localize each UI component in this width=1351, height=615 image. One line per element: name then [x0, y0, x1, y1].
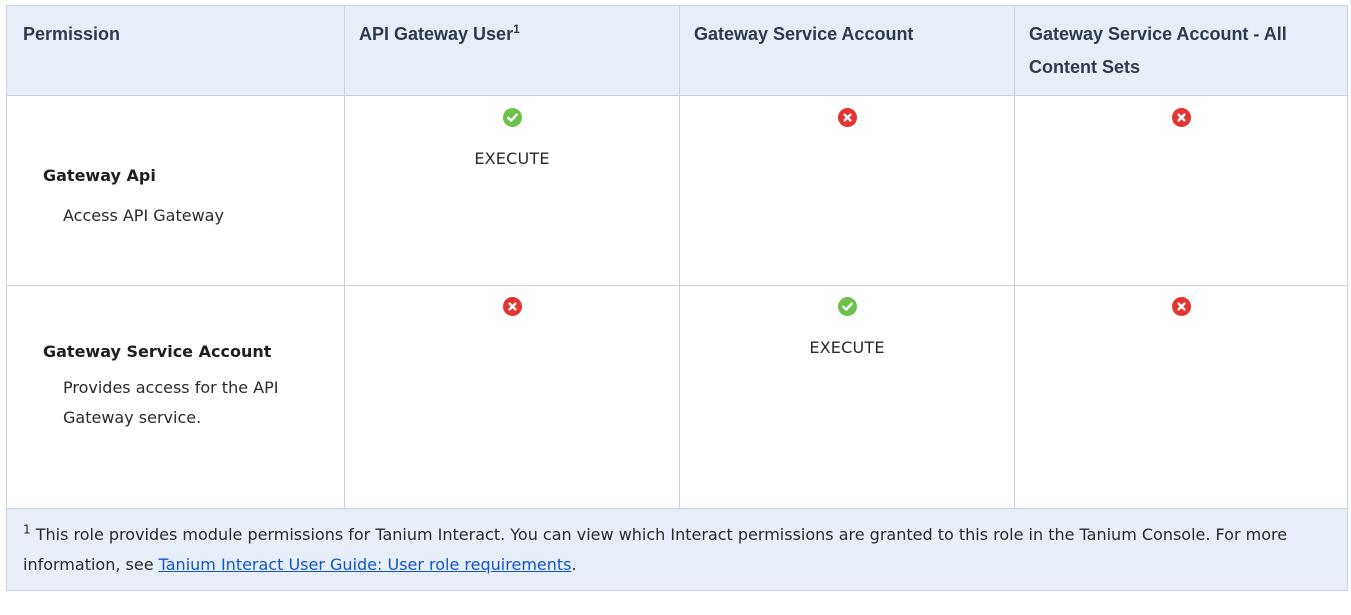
- value-cell: [344, 285, 680, 509]
- table-header-row: Permission API Gateway User1 Gateway Ser…: [6, 5, 1348, 96]
- x-circle-icon: [1171, 297, 1191, 316]
- permission-value: EXECUTE: [474, 149, 550, 168]
- user-guide-link[interactable]: Tanium Interact User Guide: User role re…: [159, 555, 572, 574]
- x-circle-icon: [837, 108, 857, 127]
- table-row: Gateway Api Access API Gateway EXECUTE: [6, 95, 1348, 286]
- permissions-table-container: Permission API Gateway User1 Gateway Ser…: [6, 5, 1348, 591]
- footnote-marker: 1: [23, 522, 31, 537]
- permission-name: Gateway Service Account: [43, 342, 272, 361]
- permissions-table: Permission API Gateway User1 Gateway Ser…: [6, 5, 1348, 591]
- check-circle-icon: [837, 297, 857, 316]
- value-cell: [1014, 95, 1348, 286]
- permission-value: EXECUTE: [809, 338, 885, 357]
- header-label: API Gateway User: [359, 24, 514, 44]
- check-circle-icon: [502, 108, 522, 127]
- value-cell: EXECUTE: [679, 285, 1015, 509]
- table-footnote-row: 1 This role provides module permissions …: [6, 508, 1348, 591]
- table-footnote: 1 This role provides module permissions …: [6, 508, 1348, 591]
- header-api-gateway-user: API Gateway User1: [344, 5, 680, 96]
- header-permission: Permission: [6, 5, 345, 96]
- permission-cell: Gateway Service Account Provides access …: [6, 285, 345, 509]
- x-circle-icon: [502, 297, 522, 316]
- x-circle-icon: [1171, 108, 1191, 127]
- header-label: Permission: [23, 24, 121, 44]
- value-cell: [679, 95, 1015, 286]
- permission-cell: Gateway Api Access API Gateway: [6, 95, 345, 286]
- footnote-text-end: .: [571, 555, 577, 574]
- footnote-marker: 1: [513, 22, 520, 36]
- value-cell: [1014, 285, 1348, 509]
- permission-description: Access API Gateway: [63, 206, 224, 225]
- header-label: Gateway Service Account - All Content Se…: [1029, 24, 1287, 77]
- header-gateway-service-account-all-content-sets: Gateway Service Account - All Content Se…: [1014, 5, 1348, 96]
- permission-name: Gateway Api: [43, 166, 156, 185]
- header-label: Gateway Service Account: [694, 24, 914, 44]
- permission-description: Provides access for the API Gateway serv…: [63, 378, 279, 427]
- value-cell: EXECUTE: [344, 95, 680, 286]
- header-gateway-service-account: Gateway Service Account: [679, 5, 1015, 96]
- table-row: Gateway Service Account Provides access …: [6, 285, 1348, 509]
